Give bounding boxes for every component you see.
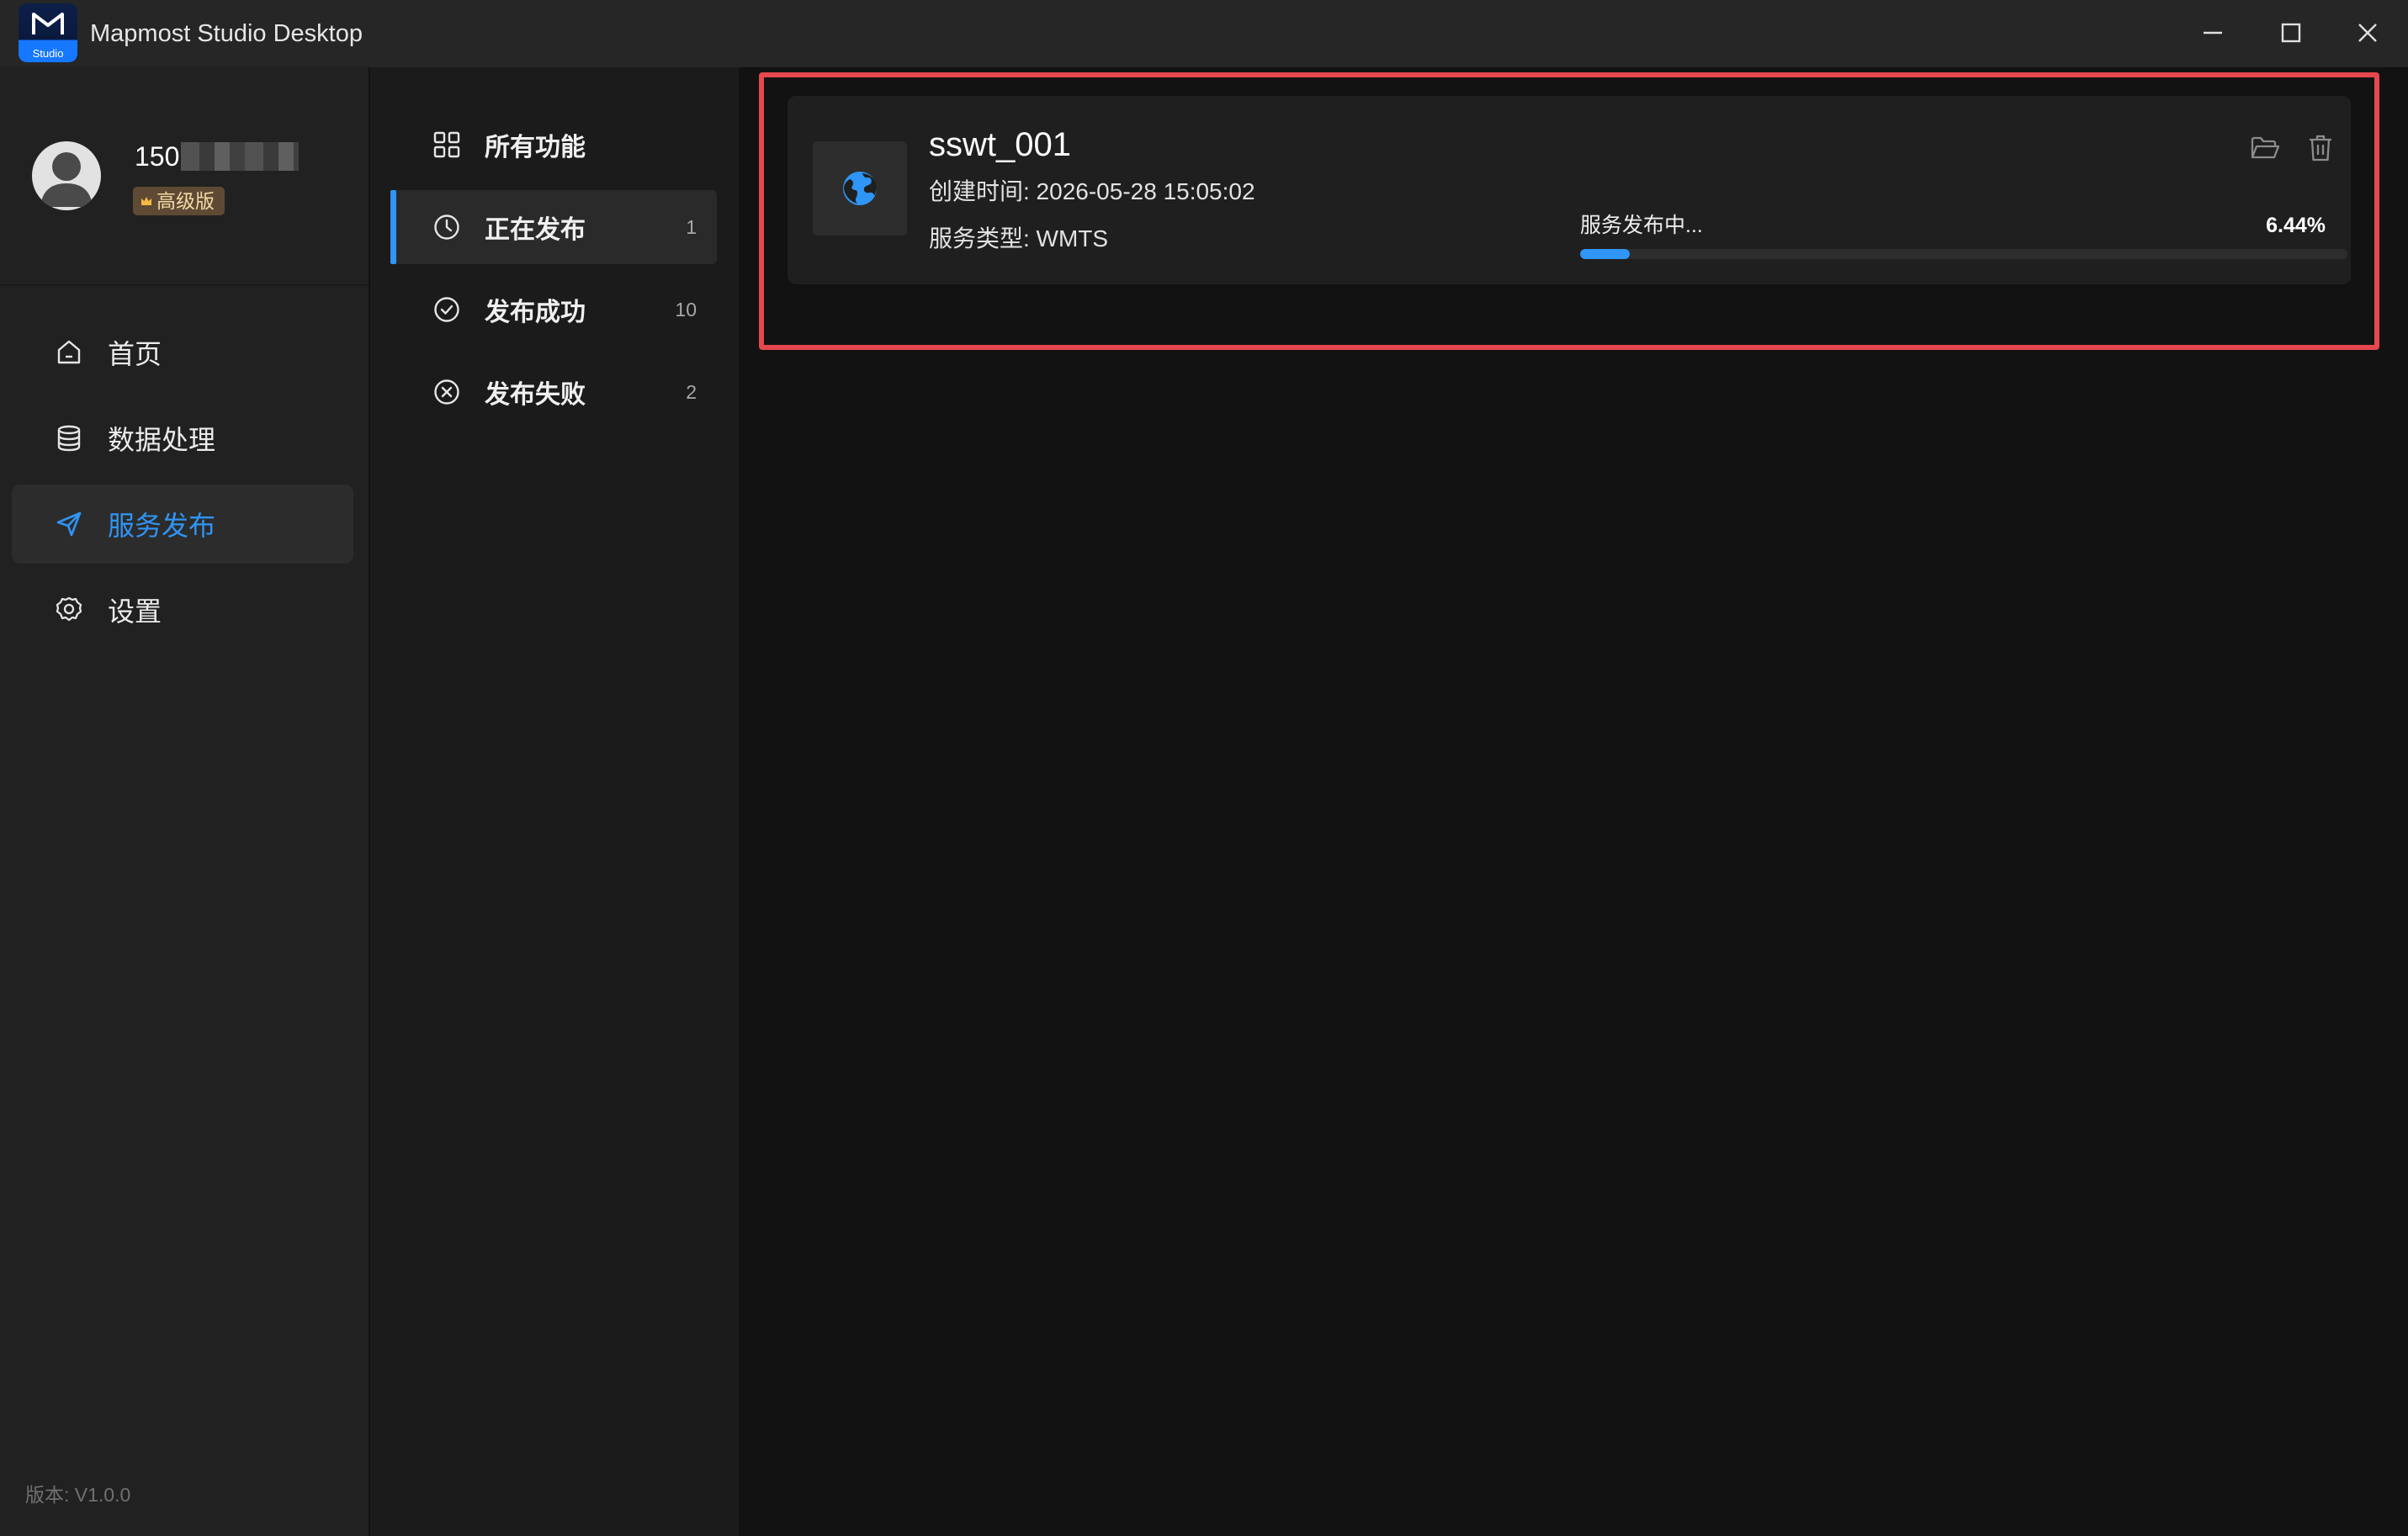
close-button[interactable]	[2342, 10, 2393, 56]
grid-icon	[431, 129, 463, 161]
minimize-button[interactable]	[2188, 10, 2238, 56]
folder-open-icon	[2251, 136, 2280, 159]
progress-bar-fill	[1580, 249, 1630, 259]
sidebar-item-data-processing[interactable]: 数据处理	[12, 399, 353, 478]
publish-task-card[interactable]: sswt_001 创建时间: 2026-05-28 15:05:02 服务类型:…	[788, 96, 2351, 284]
task-thumbnail	[813, 141, 907, 236]
task-created-time: 创建时间: 2026-05-28 15:05:02	[929, 178, 1255, 204]
sidebar-item-label: 数据处理	[108, 425, 216, 455]
database-icon	[54, 423, 84, 453]
sidebar-item-service-publish[interactable]: 服务发布	[12, 485, 353, 564]
subnav-item-count: 10	[675, 298, 697, 320]
mapmost-logo-icon	[32, 13, 64, 34]
gear-icon	[54, 595, 84, 625]
close-icon	[2358, 24, 2377, 42]
masked-name-blur	[181, 142, 300, 171]
open-folder-button[interactable]	[2246, 130, 2283, 167]
title-bar: Studio Mapmost Studio Desktop	[0, 0, 2408, 67]
subnav-item-publish-success[interactable]: 发布成功 10	[390, 273, 717, 347]
subnav-item-label: 发布成功	[485, 299, 586, 326]
user-name: 150	[135, 140, 300, 173]
sidebar-item-label: 设置	[108, 596, 162, 627]
sidebar: 150 高级版 首页 数据处理 服务发布 设置 版本: V1.0.0	[0, 67, 369, 1536]
subnav-item-count: 2	[686, 380, 697, 403]
version-label: 版本: V1.0.0	[25, 1484, 131, 1506]
check-circle-icon	[431, 294, 463, 326]
plan-badge-label: 高级版	[156, 190, 215, 212]
trash-icon	[2310, 135, 2331, 162]
home-icon	[54, 337, 84, 368]
publish-status-nav: 所有功能 正在发布 1 发布成功 10 发布失败 2	[370, 67, 739, 1536]
subnav-item-publishing[interactable]: 正在发布 1	[390, 190, 717, 264]
subnav-item-label: 所有功能	[485, 134, 586, 162]
plan-badge: 高级版	[133, 187, 225, 215]
subnav-item-all-features[interactable]: 所有功能	[390, 108, 717, 182]
sidebar-item-label: 首页	[108, 339, 162, 369]
maximize-button[interactable]	[2266, 10, 2316, 56]
app-logo: Studio	[19, 3, 77, 62]
globe-icon	[843, 172, 877, 205]
task-service-type: 服务类型: WMTS	[929, 225, 1109, 252]
window-title: Mapmost Studio Desktop	[90, 20, 363, 47]
subnav-item-label: 正在发布	[485, 216, 586, 244]
user-name-text: 150	[135, 141, 180, 172]
subnav-item-publish-failed[interactable]: 发布失败 2	[390, 355, 717, 429]
delete-task-button[interactable]	[2302, 130, 2339, 167]
clock-icon	[431, 211, 463, 243]
subnav-item-count: 1	[686, 215, 697, 238]
task-name: sswt_001	[929, 126, 1071, 163]
crown-icon	[141, 197, 151, 205]
subnav-item-label: 发布失败	[485, 381, 586, 409]
user-avatar-icon	[40, 152, 93, 207]
avatar[interactable]	[32, 141, 101, 210]
x-circle-icon	[431, 376, 463, 408]
sidebar-divider	[0, 284, 369, 286]
sidebar-item-settings[interactable]: 设置	[12, 570, 353, 649]
progress-bar	[1580, 249, 2347, 259]
sidebar-item-home[interactable]: 首页	[12, 313, 353, 392]
minimize-icon	[2204, 31, 2222, 34]
send-icon	[54, 509, 84, 539]
sidebar-item-label: 服务发布	[108, 511, 216, 541]
progress-percent: 6.44%	[2266, 214, 2326, 237]
maximize-icon	[2281, 23, 2301, 43]
logo-subtitle: Studio	[32, 47, 64, 60]
publish-status-text: 服务发布中...	[1580, 214, 1703, 237]
